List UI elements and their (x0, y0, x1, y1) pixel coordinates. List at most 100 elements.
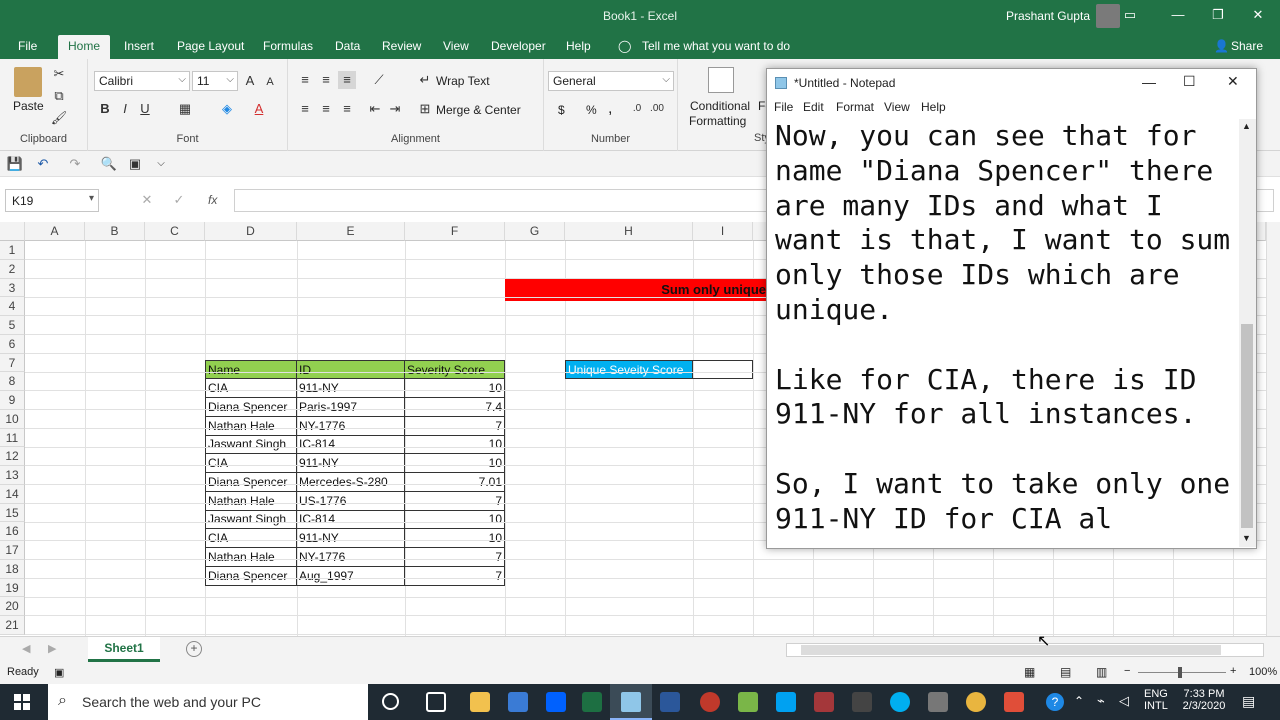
row-header[interactable]: 16 (0, 522, 25, 541)
table-cell[interactable]: Diana Spencer (205, 397, 297, 417)
network-icon[interactable]: ⌁ (1097, 693, 1105, 709)
normal-view-icon[interactable]: ▦ (1024, 665, 1035, 679)
app4-icon[interactable] (928, 692, 948, 712)
windows-start-icon[interactable] (14, 694, 30, 710)
row-header[interactable]: 5 (0, 316, 25, 335)
qat-dropdown-icon[interactable]: ⌵ (152, 155, 170, 173)
tab-home[interactable]: Home (58, 35, 111, 59)
task-view-icon[interactable] (426, 692, 446, 712)
notepad-scrollbar[interactable]: ▲ ▼ (1239, 119, 1256, 547)
table-cell[interactable]: Nathan Hale (205, 547, 297, 567)
row-header[interactable]: 13 (0, 466, 25, 485)
tell-me-search[interactable]: Tell me what you want to do (642, 39, 790, 53)
share-icon[interactable]: 👤 (1214, 39, 1229, 53)
paste-icon[interactable] (14, 67, 42, 97)
next-sheet-icon[interactable]: ▶ (48, 642, 56, 655)
table-cell[interactable]: 7 (405, 491, 505, 511)
conditional-formatting-button[interactable]: Conditional (690, 99, 750, 113)
menu-help[interactable]: Help (921, 100, 946, 114)
decrease-indent-icon[interactable]: ⇤ (366, 100, 384, 118)
column-header[interactable]: I (693, 222, 753, 241)
column-header[interactable]: D (205, 222, 297, 241)
table-cell[interactable]: 7 (405, 416, 505, 436)
table-cell[interactable]: CIA (205, 379, 297, 398)
row-header[interactable]: 17 (0, 541, 25, 560)
skype-icon[interactable] (890, 692, 910, 712)
excel-taskbar-icon[interactable] (582, 692, 602, 712)
decrease-decimal-icon[interactable]: .00 (648, 100, 666, 118)
align-top-icon[interactable]: ≡ (296, 71, 314, 89)
horizontal-scrollbar[interactable] (786, 643, 1264, 657)
tab-data[interactable]: Data (335, 39, 360, 53)
h-scroll-thumb[interactable] (801, 645, 1221, 655)
tab-help[interactable]: Help (566, 39, 591, 53)
tab-view[interactable]: View (443, 39, 469, 53)
header-id[interactable]: ID (297, 360, 405, 379)
taskbar-search[interactable]: ⌕ Search the web and your PC (48, 684, 368, 720)
row-header[interactable]: 9 (0, 391, 25, 410)
table-cell[interactable]: CIA (205, 454, 297, 473)
underline-button[interactable]: U (136, 100, 154, 118)
page-layout-view-icon[interactable]: ▤ (1060, 665, 1071, 679)
wrap-text-icon[interactable]: ↵ (416, 71, 434, 89)
table-cell[interactable]: 10 (405, 379, 505, 398)
menu-file[interactable]: File (774, 100, 793, 114)
customize-icon[interactable]: ▣ (126, 155, 144, 173)
notification-icon[interactable]: ▤ (1242, 693, 1255, 710)
table-cell[interactable]: 7 (405, 566, 505, 586)
bold-button[interactable]: B (96, 100, 114, 118)
row-header[interactable]: 3 (0, 278, 25, 298)
font-color-icon[interactable]: A (250, 100, 268, 118)
wrap-text-button[interactable]: Wrap Text (436, 74, 490, 88)
row-header[interactable]: 12 (0, 447, 25, 466)
vertical-scrollbar[interactable] (1266, 222, 1280, 636)
volume-icon[interactable]: ◁ (1119, 693, 1129, 709)
row-header[interactable]: 19 (0, 578, 25, 598)
language-indicator[interactable]: ENG INTL (1144, 688, 1168, 712)
header-name[interactable]: Name (205, 360, 297, 379)
dropbox-icon[interactable] (546, 692, 566, 712)
zoom-level[interactable]: 100% (1249, 666, 1277, 678)
tab-formulas[interactable]: Formulas (263, 39, 313, 53)
table-cell[interactable]: 10 (405, 454, 505, 473)
table-cell[interactable]: Diana Spencer (205, 472, 297, 492)
minimize-icon[interactable]: — (1142, 74, 1156, 90)
table-cell[interactable]: 10 (405, 529, 505, 548)
row-header[interactable]: 7 (0, 353, 25, 373)
column-header[interactable]: G (505, 222, 565, 241)
scroll-up-icon[interactable]: ▲ (1242, 121, 1251, 131)
table-cell[interactable]: 7 (405, 547, 505, 567)
unique-score-label[interactable]: Unique Seveity Score (565, 360, 693, 379)
menu-format[interactable]: Format (836, 100, 874, 114)
page-break-view-icon[interactable]: ▥ (1096, 665, 1107, 679)
cut-icon[interactable]: ✂ (50, 65, 68, 83)
print-preview-icon[interactable]: 🔍 (100, 155, 118, 173)
row-header[interactable]: 10 (0, 409, 25, 429)
banner-cell[interactable]: Sum only unique (505, 279, 766, 301)
table-cell[interactable]: Aug_1997 (297, 566, 405, 586)
show-hidden-icon[interactable]: ⌃ (1074, 694, 1084, 708)
conditional-formatting-icon[interactable] (708, 67, 734, 93)
paste-button[interactable]: Paste (13, 99, 44, 113)
share-button[interactable]: Share (1231, 39, 1263, 53)
help-icon[interactable]: ? (1046, 693, 1064, 711)
store-icon[interactable] (508, 692, 528, 712)
close-icon[interactable]: ✕ (1248, 6, 1268, 24)
zoom-slider-thumb[interactable] (1178, 667, 1182, 678)
menu-view[interactable]: View (884, 100, 910, 114)
tab-review[interactable]: Review (382, 39, 421, 53)
align-bottom-icon[interactable]: ≡ (338, 71, 356, 89)
row-header[interactable]: 21 (0, 616, 25, 635)
merge-icon[interactable]: ⊞ (416, 100, 434, 118)
comma-button[interactable]: , (608, 100, 612, 118)
ribbon-display-icon[interactable]: ▭ (1120, 6, 1140, 24)
cortana-icon[interactable] (382, 693, 399, 710)
close-icon[interactable]: ✕ (1227, 73, 1239, 90)
align-right-icon[interactable]: ≡ (338, 100, 356, 118)
row-header[interactable]: 2 (0, 259, 25, 279)
row-header[interactable]: 1 (0, 241, 25, 260)
row-header[interactable]: 8 (0, 372, 25, 391)
row-header[interactable]: 14 (0, 484, 25, 504)
format-painter-icon[interactable]: 🖌 (50, 109, 68, 127)
zoom-out-icon[interactable]: − (1124, 665, 1130, 677)
